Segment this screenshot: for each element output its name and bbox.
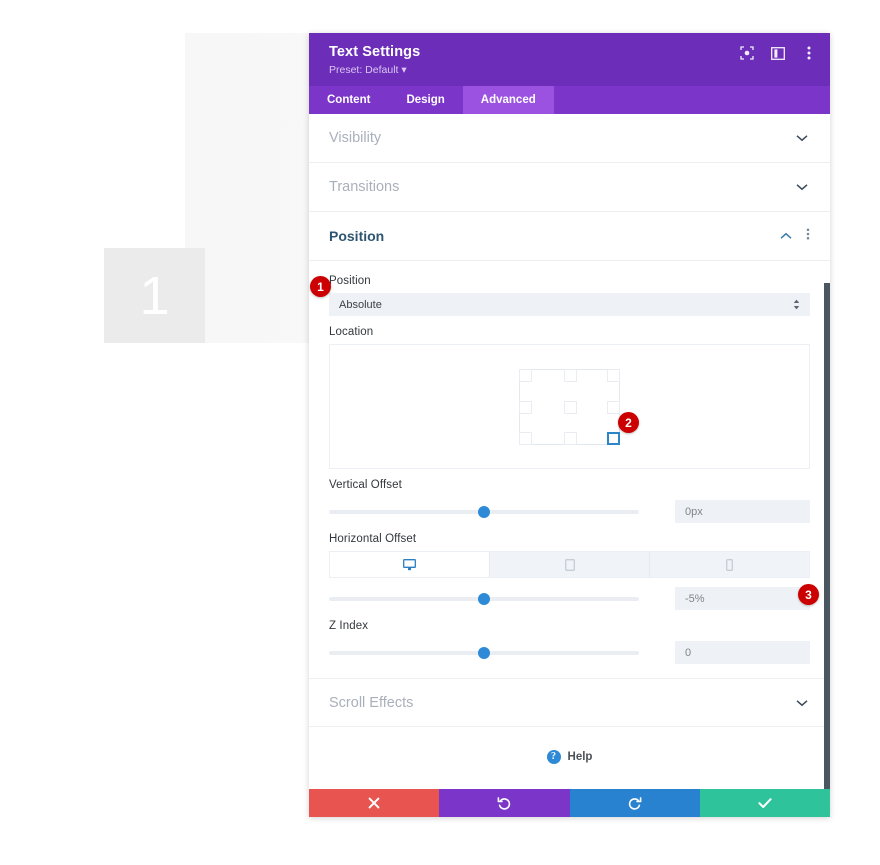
more-options-icon[interactable] <box>802 46 816 60</box>
position-section-body: Position Absolute Location Vertical Offs… <box>309 261 830 678</box>
section-toggle-position[interactable]: Position <box>309 212 830 261</box>
panel-layout-icon[interactable] <box>771 46 785 60</box>
step-badge-3: 3 <box>798 584 819 605</box>
chevron-up-icon <box>780 232 794 240</box>
undo-arrow-icon <box>497 796 511 810</box>
background-number-label: 1 <box>139 265 170 326</box>
location-cell-bottom-right[interactable] <box>607 431 620 445</box>
chevron-down-icon <box>796 183 810 191</box>
modal-footer <box>309 789 830 817</box>
vertical-offset-slider-thumb[interactable] <box>478 505 490 518</box>
horizontal-offset-input[interactable]: -5% <box>675 587 810 610</box>
tab-content[interactable]: Content <box>309 86 388 114</box>
select-arrows-icon <box>793 299 800 311</box>
location-grid <box>519 368 620 445</box>
location-cell-top-center[interactable] <box>564 368 577 382</box>
save-button[interactable] <box>699 789 830 817</box>
text-settings-modal: Text Settings Preset: Default ▾ Content … <box>309 33 830 817</box>
horizontal-offset-device-tabs <box>329 551 810 578</box>
cancel-button[interactable] <box>309 789 440 817</box>
step-badge-2: 2 <box>618 412 639 433</box>
help-label: Help <box>567 751 593 763</box>
help-link[interactable]: ? Help <box>309 727 830 764</box>
horizontal-offset-row: -5% <box>329 587 810 610</box>
tab-advanced[interactable]: Advanced <box>462 86 554 114</box>
modal-header: Text Settings Preset: Default ▾ <box>309 33 830 86</box>
section-label-scroll-effects: Scroll Effects <box>329 694 414 711</box>
modal-body: Visibility Transitions Position Position… <box>309 114 830 789</box>
vertical-offset-label: Vertical Offset <box>329 479 402 491</box>
z-index-label: Z Index <box>329 620 369 632</box>
redo-arrow-icon <box>628 796 642 810</box>
desktop-icon <box>403 558 416 571</box>
section-toggle-scroll-effects[interactable]: Scroll Effects <box>309 678 830 727</box>
location-cell-middle-right[interactable] <box>607 400 620 414</box>
vertical-offset-row: 0px <box>329 500 810 523</box>
chevron-down-icon <box>796 699 810 707</box>
screenshot-stage: 1 Text Settings Preset: Default ▾ Conten… <box>0 0 880 865</box>
position-select-value: Absolute <box>339 298 382 311</box>
close-icon <box>368 797 380 809</box>
device-tab-tablet[interactable] <box>490 552 650 577</box>
horizontal-offset-label: Horizontal Offset <box>329 533 417 545</box>
step-badge-1: 1 <box>310 276 331 297</box>
z-index-row: 0 <box>329 641 810 664</box>
section-toggle-visibility[interactable]: Visibility <box>309 114 830 163</box>
tablet-icon <box>564 558 575 571</box>
modal-scrollbar[interactable] <box>824 283 830 789</box>
horizontal-offset-slider-thumb[interactable] <box>478 592 490 605</box>
header-icon-group <box>740 46 816 60</box>
location-cell-bottom-center[interactable] <box>564 431 577 445</box>
section-label-visibility: Visibility <box>329 130 382 146</box>
location-field-label: Location <box>329 326 374 338</box>
chevron-down-icon <box>796 134 810 142</box>
position-field-label: Position <box>329 275 371 287</box>
location-cell-center[interactable] <box>564 400 577 414</box>
device-tab-desktop[interactable] <box>330 552 490 577</box>
modal-title: Text Settings <box>329 44 421 60</box>
location-cell-middle-left[interactable] <box>519 400 532 414</box>
section-more-options-icon[interactable] <box>806 227 810 245</box>
question-mark-icon: ? <box>546 750 561 764</box>
vertical-offset-input[interactable]: 0px <box>675 500 810 523</box>
location-cell-bottom-left[interactable] <box>519 431 532 445</box>
modal-tab-bar: Content Design Advanced <box>309 86 830 114</box>
checkmark-icon <box>758 797 772 809</box>
section-label-transitions: Transitions <box>329 179 400 195</box>
location-cell-top-left[interactable] <box>519 368 532 382</box>
undo-button[interactable] <box>439 789 570 817</box>
redo-button[interactable] <box>569 789 700 817</box>
position-select-wrap: Absolute <box>329 293 810 316</box>
vertical-offset-slider[interactable] <box>329 505 639 518</box>
tab-design[interactable]: Design <box>388 86 462 114</box>
phone-icon <box>726 558 733 571</box>
device-tab-phone[interactable] <box>650 552 809 577</box>
section-label-position: Position <box>329 228 385 244</box>
position-select[interactable]: Absolute <box>329 293 810 316</box>
location-cell-top-right[interactable] <box>607 368 620 382</box>
preset-selector[interactable]: Preset: Default ▾ <box>329 64 810 77</box>
z-index-input[interactable]: 0 <box>675 641 810 664</box>
section-toggle-transitions[interactable]: Transitions <box>309 163 830 212</box>
background-number-module: 1 <box>104 248 205 343</box>
location-picker <box>329 344 810 469</box>
focus-target-icon[interactable] <box>740 46 754 60</box>
horizontal-offset-slider[interactable] <box>329 592 639 605</box>
z-index-slider-thumb[interactable] <box>478 646 490 659</box>
z-index-slider[interactable] <box>329 646 639 659</box>
